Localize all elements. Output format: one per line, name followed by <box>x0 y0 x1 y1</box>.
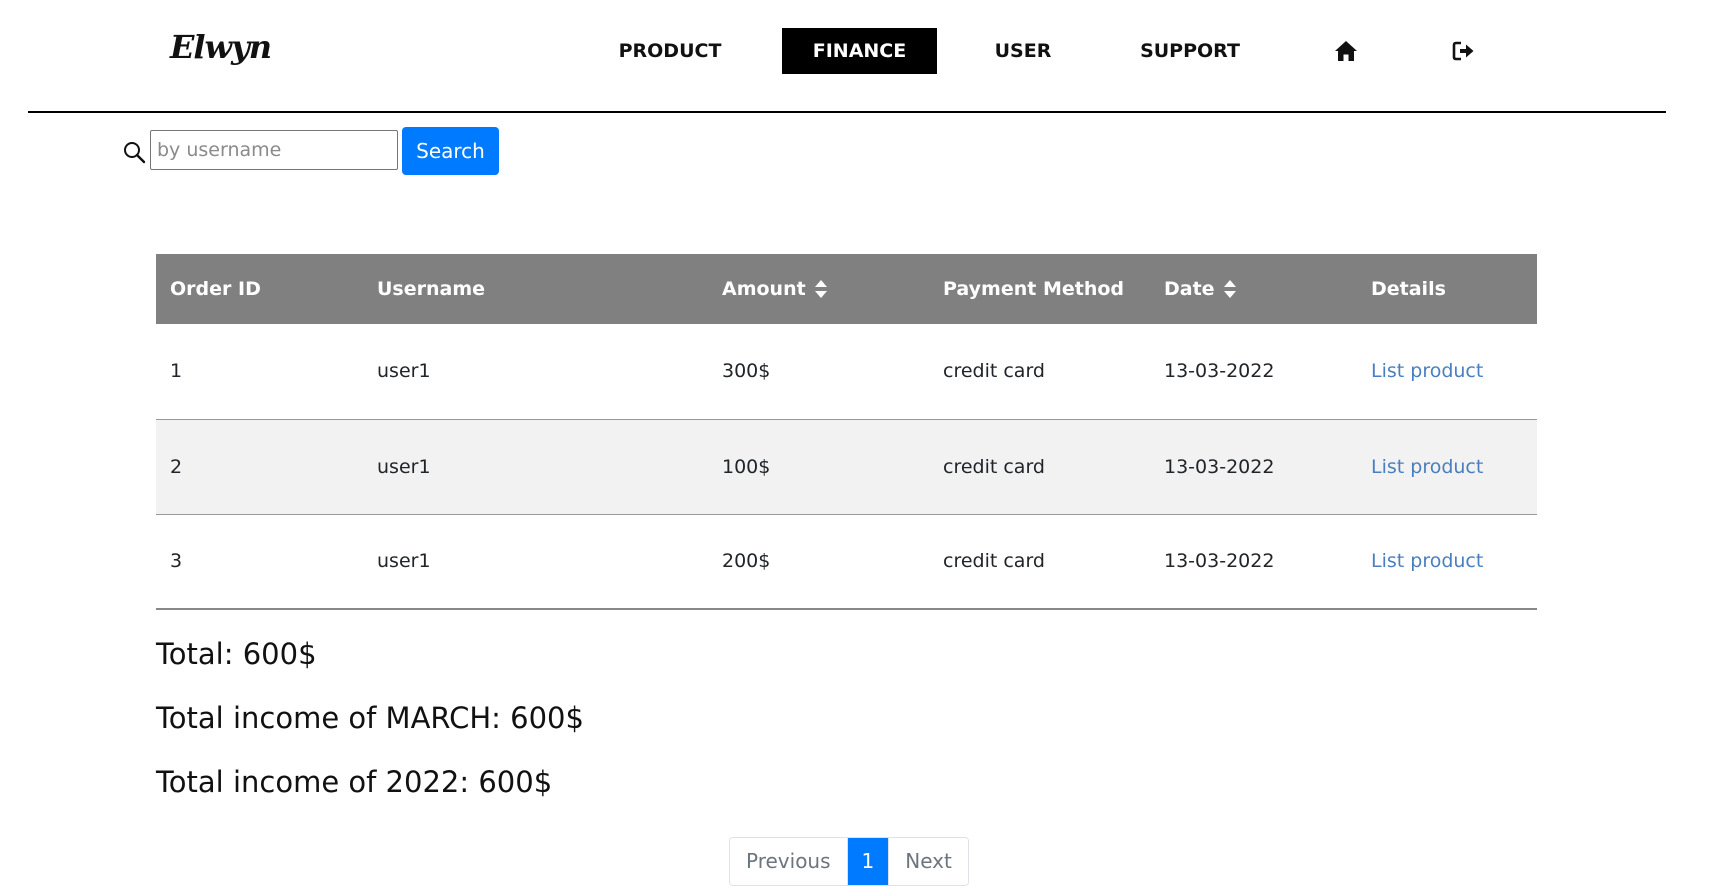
cell-payment-method: credit card <box>929 514 1150 610</box>
column-header-username: Username <box>363 254 708 324</box>
column-header-details: Details <box>1357 254 1537 324</box>
list-product-link[interactable]: List product <box>1371 550 1483 572</box>
orders-table: Order ID Username Amount Payment Method … <box>156 254 1537 610</box>
cell-amount: 300$ <box>708 324 929 420</box>
list-product-link[interactable]: List product <box>1371 360 1483 382</box>
cell-details: List product <box>1357 324 1537 420</box>
cell-order-id: 2 <box>156 419 363 515</box>
search-input[interactable] <box>150 130 398 170</box>
cell-username: user1 <box>363 514 708 610</box>
cell-amount: 200$ <box>708 514 929 610</box>
search-icon <box>122 140 146 164</box>
table-row: 1 user1 300$ credit card 13-03-2022 List… <box>156 324 1537 420</box>
column-header-payment-method: Payment Method <box>929 254 1150 324</box>
home-icon[interactable] <box>1333 39 1359 63</box>
search-button[interactable]: Search <box>402 127 499 175</box>
sort-icon[interactable] <box>1223 278 1237 300</box>
total-income-month: Total income of MARCH: 600$ <box>156 701 584 735</box>
cell-date: 13-03-2022 <box>1150 419 1357 515</box>
cell-payment-method: credit card <box>929 324 1150 420</box>
next-page-button[interactable]: Next <box>888 838 968 885</box>
nav-item-finance[interactable]: FINANCE <box>782 28 937 74</box>
cell-username: user1 <box>363 419 708 515</box>
pagination: Previous 1 Next <box>729 837 969 886</box>
column-header-date[interactable]: Date <box>1150 254 1357 324</box>
table-header-row: Order ID Username Amount Payment Method … <box>156 254 1537 324</box>
cell-details: List product <box>1357 514 1537 610</box>
nav-item-user[interactable]: USER <box>968 28 1078 74</box>
logout-icon[interactable] <box>1452 39 1478 63</box>
list-product-link[interactable]: List product <box>1371 456 1483 478</box>
cell-date: 13-03-2022 <box>1150 514 1357 610</box>
nav-item-product[interactable]: PRODUCT <box>600 28 740 74</box>
previous-page-button[interactable]: Previous <box>730 838 847 885</box>
total-income-year: Total income of 2022: 600$ <box>156 765 553 799</box>
total-amount: Total: 600$ <box>156 637 317 671</box>
cell-order-id: 3 <box>156 514 363 610</box>
cell-details: List product <box>1357 419 1537 515</box>
cell-payment-method: credit card <box>929 419 1150 515</box>
current-page-button[interactable]: 1 <box>846 838 889 885</box>
sort-icon[interactable] <box>814 278 828 300</box>
table-row: 2 user1 100$ credit card 13-03-2022 List… <box>156 419 1537 515</box>
cell-date: 13-03-2022 <box>1150 324 1357 420</box>
cell-order-id: 1 <box>156 324 363 420</box>
column-header-amount[interactable]: Amount <box>708 254 929 324</box>
nav-item-support[interactable]: SUPPORT <box>1130 28 1250 74</box>
brand-logo[interactable]: Elwyn <box>170 28 272 66</box>
table-row: 3 user1 200$ credit card 13-03-2022 List… <box>156 514 1537 610</box>
header-divider <box>28 111 1666 113</box>
cell-username: user1 <box>363 324 708 420</box>
cell-amount: 100$ <box>708 419 929 515</box>
column-header-order-id: Order ID <box>156 254 363 324</box>
